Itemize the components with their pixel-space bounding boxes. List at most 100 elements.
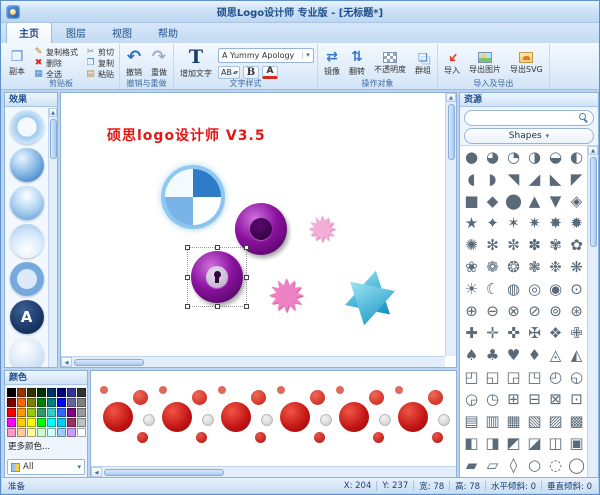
color-swatch[interactable] bbox=[17, 418, 26, 427]
shape-item[interactable]: ◪ bbox=[524, 432, 545, 454]
redo-button[interactable]: ↷ 重做 bbox=[148, 46, 170, 80]
shape-item[interactable]: ◴ bbox=[545, 366, 566, 388]
template-2[interactable] bbox=[158, 376, 213, 462]
color-swatch[interactable] bbox=[77, 388, 86, 397]
shape-item[interactable]: ⊡ bbox=[566, 388, 587, 410]
canvas-vscrollbar[interactable]: ▲ bbox=[445, 93, 456, 356]
shape-item[interactable]: ⊖ bbox=[482, 300, 503, 322]
effect-soft[interactable] bbox=[5, 336, 48, 367]
shapes-scroll-thumb[interactable] bbox=[590, 157, 597, 247]
color-swatch[interactable] bbox=[27, 408, 36, 417]
shape-item[interactable]: ⬤ bbox=[503, 190, 524, 212]
color-swatch[interactable] bbox=[57, 388, 66, 397]
add-text-button[interactable]: T 增加文字 bbox=[177, 46, 215, 80]
shape-item[interactable]: ✸ bbox=[545, 212, 566, 234]
color-swatch[interactable] bbox=[37, 418, 46, 427]
color-swatch[interactable] bbox=[7, 418, 16, 427]
shape-item[interactable]: ⊠ bbox=[545, 388, 566, 410]
font-color-button[interactable]: A bbox=[262, 66, 278, 79]
shape-item[interactable]: ⊞ bbox=[503, 388, 524, 410]
shape-item[interactable]: ▩ bbox=[566, 410, 587, 432]
shape-item[interactable]: ✹ bbox=[566, 212, 587, 234]
color-swatch[interactable] bbox=[77, 428, 86, 437]
scroll-left-icon[interactable]: ◀ bbox=[61, 357, 72, 367]
shape-item[interactable]: ⊚ bbox=[545, 300, 566, 322]
tab-主页[interactable]: 主页 bbox=[6, 22, 52, 43]
shape-item[interactable]: ◥ bbox=[503, 168, 524, 190]
copy-button[interactable]: ❐ 复制 bbox=[83, 58, 116, 69]
shape-item[interactable]: ◯ bbox=[566, 454, 587, 476]
color-swatch[interactable] bbox=[57, 418, 66, 427]
shape-item[interactable]: ▤ bbox=[461, 410, 482, 432]
color-swatch[interactable] bbox=[37, 408, 46, 417]
effect-gloss[interactable] bbox=[5, 184, 48, 222]
canvas-page[interactable]: 硕思logo设计师 V3.5 ✹ ✹ bbox=[61, 93, 445, 356]
bold-button[interactable]: B bbox=[243, 66, 259, 79]
template-1[interactable] bbox=[99, 376, 154, 462]
delete-button[interactable]: ✖ 删除 bbox=[31, 58, 80, 69]
shape-item[interactable]: ◑ bbox=[524, 146, 545, 168]
shape-item[interactable]: ▰ bbox=[461, 454, 482, 476]
export-image-button[interactable]: 导出图片 bbox=[466, 46, 504, 80]
scroll-up-icon[interactable]: ▲ bbox=[588, 146, 598, 155]
shape-item[interactable]: ◢ bbox=[524, 168, 545, 190]
shape-item[interactable]: ◉ bbox=[545, 278, 566, 300]
shape-item[interactable]: ✛ bbox=[482, 322, 503, 344]
effect-letter-a[interactable]: A bbox=[5, 298, 48, 336]
shape-item[interactable]: ✷ bbox=[524, 212, 545, 234]
color-swatch[interactable] bbox=[27, 388, 36, 397]
shape-item[interactable]: ○ bbox=[524, 454, 545, 476]
tab-帮助[interactable]: 帮助 bbox=[146, 23, 190, 43]
shape-item[interactable]: ✶ bbox=[503, 212, 524, 234]
selection-handle[interactable] bbox=[185, 275, 190, 280]
color-swatch[interactable] bbox=[17, 408, 26, 417]
color-swatch[interactable] bbox=[27, 398, 36, 407]
shape-item[interactable]: ❂ bbox=[503, 256, 524, 278]
shape-item[interactable]: ♣ bbox=[482, 344, 503, 366]
opacity-button[interactable]: 不透明度 bbox=[371, 46, 409, 80]
export-svg-button[interactable]: 导出SVG bbox=[507, 46, 546, 80]
color-swatch[interactable] bbox=[47, 398, 56, 407]
shape-item[interactable]: ◧ bbox=[461, 432, 482, 454]
shape-item[interactable]: ❀ bbox=[461, 256, 482, 278]
gallery-filter-dropdown[interactable]: All ▾ bbox=[7, 459, 85, 475]
shape-item[interactable]: ✺ bbox=[461, 234, 482, 256]
keyhole-donut-shape[interactable] bbox=[191, 251, 243, 303]
shape-item[interactable]: ◳ bbox=[524, 366, 545, 388]
canvas-hscroll-thumb[interactable] bbox=[74, 359, 144, 366]
shape-item[interactable]: ✚ bbox=[461, 322, 482, 344]
color-swatch[interactable] bbox=[67, 388, 76, 397]
shape-item[interactable]: ● bbox=[461, 146, 482, 168]
shape-item[interactable]: ⊗ bbox=[503, 300, 524, 322]
selection-handle[interactable] bbox=[215, 245, 220, 250]
color-swatch[interactable] bbox=[77, 398, 86, 407]
shape-item[interactable]: ◵ bbox=[566, 366, 587, 388]
cyan-star-shape[interactable] bbox=[338, 264, 403, 332]
color-swatch[interactable] bbox=[27, 428, 36, 437]
color-swatch[interactable] bbox=[47, 428, 56, 437]
color-swatch[interactable] bbox=[67, 418, 76, 427]
scroll-up-icon[interactable]: ▲ bbox=[49, 108, 57, 117]
shapes-scrollbar[interactable]: ▲ bbox=[587, 146, 598, 477]
shape-item[interactable]: ⊙ bbox=[566, 278, 587, 300]
shape-item[interactable]: ◭ bbox=[566, 344, 587, 366]
shape-item[interactable]: ❖ bbox=[545, 322, 566, 344]
color-swatch[interactable] bbox=[47, 408, 56, 417]
shape-item[interactable]: ✾ bbox=[545, 234, 566, 256]
shape-item[interactable]: ❁ bbox=[482, 256, 503, 278]
effect-ring[interactable] bbox=[5, 108, 48, 146]
shape-item[interactable]: ✼ bbox=[503, 234, 524, 256]
selection-handle[interactable] bbox=[244, 245, 249, 250]
color-swatch[interactable] bbox=[67, 428, 76, 437]
import-button[interactable]: ➜ 导入 bbox=[441, 46, 463, 80]
shape-item[interactable]: ☀ bbox=[461, 278, 482, 300]
search-input[interactable] bbox=[469, 112, 579, 124]
shape-item[interactable]: ♦ bbox=[524, 344, 545, 366]
shape-item[interactable]: ☾ bbox=[482, 278, 503, 300]
gallery-hscroll-thumb[interactable] bbox=[104, 469, 224, 476]
pink-starburst-large[interactable]: ✹ bbox=[267, 273, 306, 319]
mirror-button[interactable]: ⇄ 镜像 bbox=[321, 46, 343, 80]
shape-item[interactable]: ✠ bbox=[524, 322, 545, 344]
color-swatch[interactable] bbox=[47, 388, 56, 397]
color-swatch[interactable] bbox=[57, 398, 66, 407]
